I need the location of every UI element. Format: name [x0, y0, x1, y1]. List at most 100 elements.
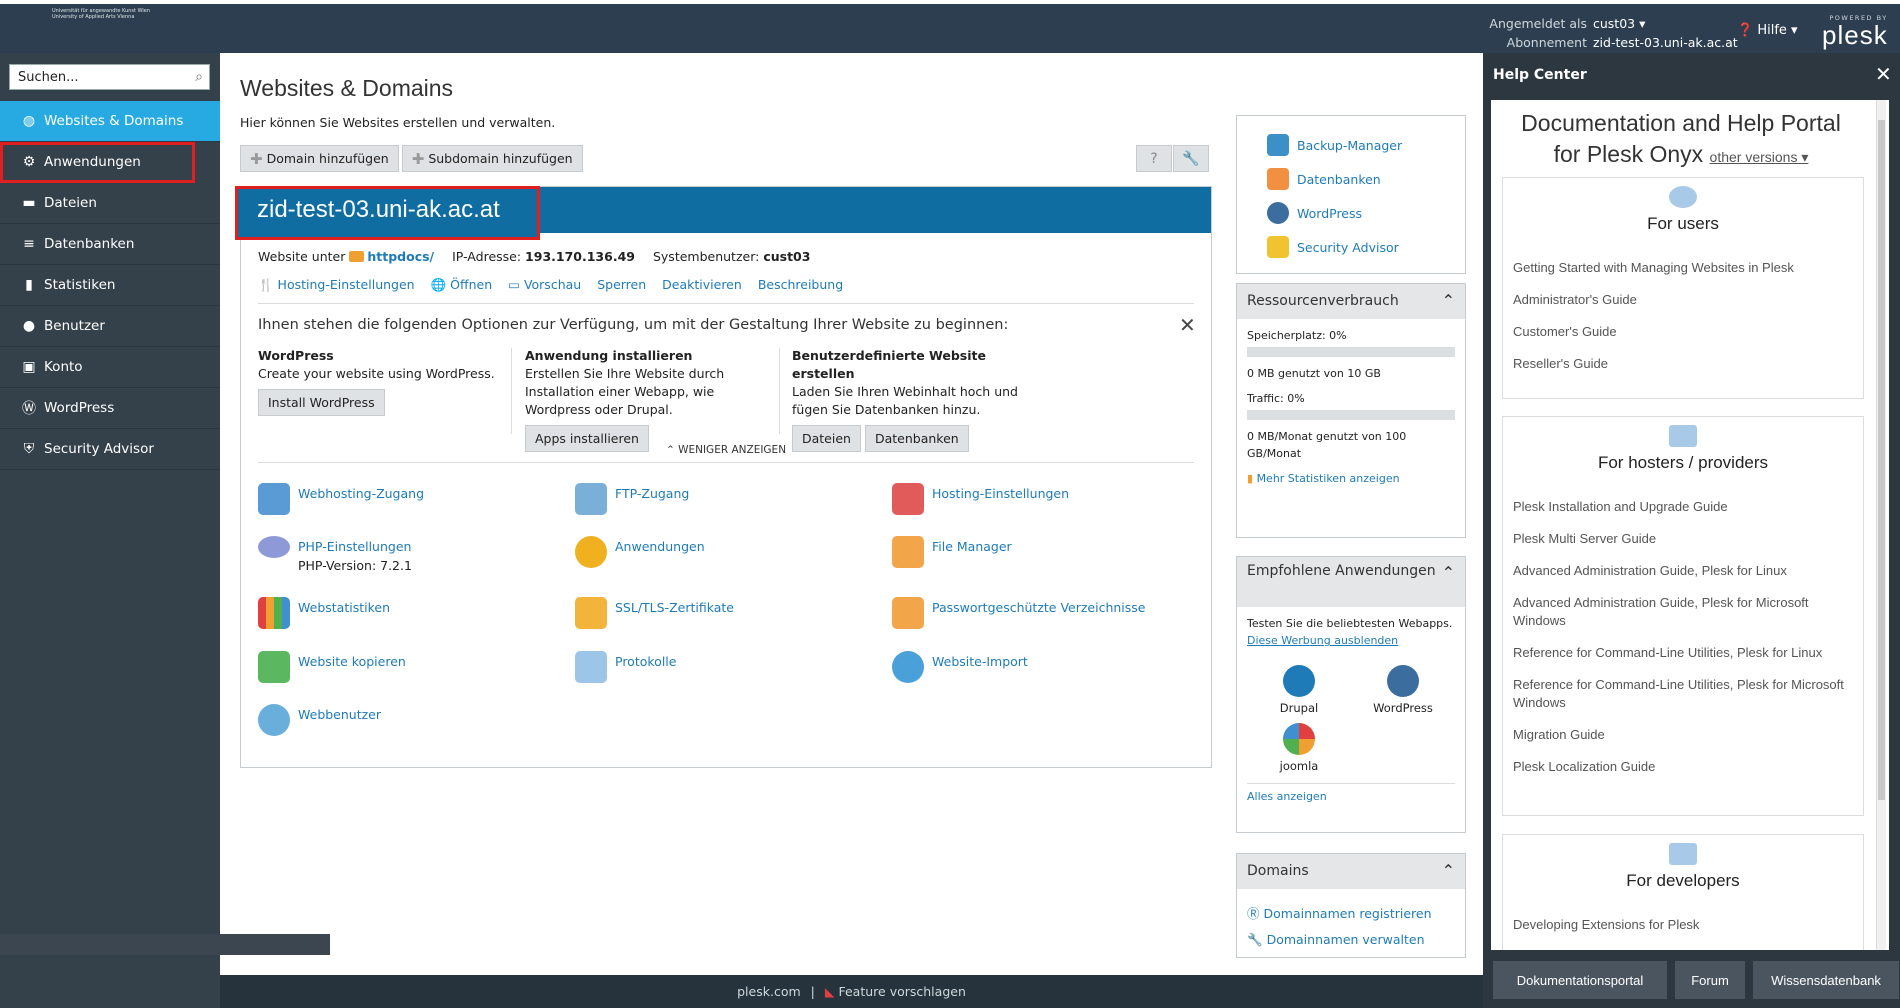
add-subdomain-button[interactable]: ✚ Subdomain hinzufügen — [401, 145, 583, 172]
resources-header[interactable]: Ressourcenverbrauch ⌃ — [1237, 284, 1465, 319]
open-link[interactable]: 🌐 Öffnen — [431, 277, 493, 293]
webhosting-icon — [258, 483, 290, 515]
main-content: Websites & Domains Hier können Sie Websi… — [220, 53, 1483, 975]
sidebar-item-datenbanken[interactable]: ≡ Datenbanken — [0, 224, 220, 265]
sidebar-item-anwendungen[interactable]: ⚙ Anwendungen — [0, 142, 195, 183]
help-center-panel: Help Center ✕ Documentation and Help Por… — [1483, 53, 1900, 1008]
add-domain-button[interactable]: ✚ Domain hinzufügen — [240, 145, 399, 172]
httpdocs-link[interactable]: httpdocs/ — [367, 249, 434, 264]
hide-ad-link[interactable]: Diese Werbung ausblenden — [1247, 634, 1398, 647]
php-version: PHP-Version: 7.2.1 — [298, 558, 412, 573]
wrench-icon: 🔧 — [1182, 151, 1200, 167]
tile-webhosting[interactable]: Webhosting-Zugang — [258, 483, 424, 515]
help-link[interactable]: Migration Guide — [1513, 726, 1853, 744]
tile-file-manager[interactable]: File Manager — [892, 536, 1012, 568]
install-wordpress-button[interactable]: Install WordPress — [258, 389, 385, 416]
feature-suggest-link[interactable]: ◣ Feature vorschlagen — [825, 984, 966, 999]
tile-applications[interactable]: Anwendungen — [575, 536, 705, 568]
settings-tool-button[interactable]: 🔧 — [1173, 145, 1209, 172]
help-question-button[interactable]: ? — [1136, 145, 1172, 172]
manage-domain-link[interactable]: 🔧 Domainnamen verwalten — [1247, 927, 1455, 953]
recommended-header[interactable]: Empfohlene Anwendungen ⌃ — [1237, 557, 1465, 607]
documentation-portal-button[interactable]: Dokumentationsportal — [1493, 961, 1667, 999]
chevron-up-icon: ⌃ — [1441, 291, 1455, 310]
tile-website-import[interactable]: Website-Import — [892, 651, 1028, 683]
divider — [779, 348, 780, 434]
shield-icon: ⛨ — [23, 441, 35, 457]
forum-button[interactable]: Forum — [1675, 961, 1745, 999]
plesk-com-link[interactable]: plesk.com — [737, 984, 801, 999]
other-versions-dropdown[interactable]: other versions ▾ — [1710, 149, 1809, 165]
search-icon[interactable]: ⌕ — [195, 69, 203, 85]
ip-value: 193.170.136.49 — [525, 249, 635, 264]
help-link[interactable]: Reseller's Guide — [1513, 355, 1853, 373]
domain-name[interactable]: zid-test-03.uni-ak.ac.at — [235, 186, 540, 240]
subscription-label: Abonnement — [1506, 35, 1587, 50]
help-scrollbar[interactable] — [1876, 100, 1886, 950]
help-link[interactable]: Developing Extensions for Plesk — [1513, 916, 1853, 934]
wordpress-link[interactable]: WordPress — [1267, 196, 1465, 230]
deactivate-link[interactable]: Deaktivieren — [662, 277, 742, 293]
description-link[interactable]: Beschreibung — [758, 277, 843, 293]
system-user: Systembenutzer: cust03 — [653, 249, 810, 264]
search-input[interactable]: Suchen... ⌕ — [9, 64, 210, 90]
close-icon[interactable]: ✕ — [1875, 62, 1892, 86]
link-label: Öffnen — [450, 277, 493, 292]
close-options-icon[interactable]: ✕ — [1179, 313, 1196, 337]
user-menu[interactable]: cust03 ▾ — [1593, 16, 1645, 31]
sidebar-item-websites-domains[interactable]: ◍ Websites & Domains — [0, 101, 220, 142]
sidebar-item-security-advisor[interactable]: ⛨ Security Advisor — [0, 429, 220, 470]
sidebar-item-benutzer[interactable]: ● Benutzer — [0, 306, 220, 347]
help-link[interactable]: Reference for Command-Line Utilities, Pl… — [1513, 644, 1853, 662]
tile-copy-website[interactable]: Website kopieren — [258, 651, 406, 683]
app-drupal[interactable]: Drupal — [1247, 665, 1351, 715]
app-label: joomla — [1279, 759, 1319, 773]
knowledge-base-button[interactable]: Wissensdatenbank — [1753, 961, 1899, 999]
tile-webstats[interactable]: Webstatistiken — [258, 597, 390, 629]
domains-header[interactable]: Domains ⌃ — [1237, 854, 1465, 889]
tile-label: PHP-Einstellungen — [298, 539, 412, 554]
show-less-toggle[interactable]: ⌃ WENIGER ANZEIGEN — [241, 444, 1211, 456]
wordpress-icon — [1267, 202, 1289, 224]
tile-webusers[interactable]: Webbenutzer — [258, 704, 381, 736]
wordpress-icon — [1387, 665, 1419, 697]
help-link[interactable]: Plesk Installation and Upgrade Guide — [1513, 498, 1853, 516]
subscription-selector[interactable]: zid-test-03.uni-ak.ac.at — [1593, 35, 1738, 50]
help-link[interactable]: Advanced Administration Guide, Plesk for… — [1513, 562, 1853, 580]
app-joomla[interactable]: joomla — [1247, 723, 1351, 773]
help-link[interactable]: Customer's Guide — [1513, 323, 1853, 341]
help-link[interactable]: Getting Started with Managing Websites i… — [1513, 259, 1853, 277]
tile-hosting-settings[interactable]: Hosting-Einstellungen — [892, 483, 1069, 515]
sidebar-item-dateien[interactable]: ▬ Dateien — [0, 183, 220, 224]
web-users-icon — [258, 704, 290, 736]
help-link[interactable]: Reference for Command-Line Utilities, Pl… — [1513, 676, 1853, 712]
hosting-settings-link[interactable]: 🍴 Hosting-Einstellungen — [258, 277, 415, 293]
show-all-link[interactable]: Alles anzeigen — [1247, 783, 1455, 803]
tile-ftp[interactable]: FTP-Zugang — [575, 483, 689, 515]
tile-php[interactable]: PHP-Einstellungen PHP-Version: 7.2.1 — [258, 536, 412, 573]
sidebar-item-label: Security Advisor — [44, 441, 154, 457]
preview-link[interactable]: ▭ Vorschau — [508, 277, 581, 293]
databases-link[interactable]: Datenbanken — [1267, 162, 1465, 196]
suspend-link[interactable]: Sperren — [597, 277, 646, 293]
sidebar-item-statistiken[interactable]: ▮ Statistiken — [0, 265, 220, 306]
help-link[interactable]: Advanced Administration Guide, Plesk for… — [1513, 594, 1853, 630]
logo[interactable]: dı:'ʌngewʌndtə Universität für angewandt… — [18, 8, 436, 89]
help-link[interactable]: Administrator's Guide — [1513, 291, 1853, 309]
security-advisor-link[interactable]: Security Advisor — [1267, 230, 1465, 264]
help-link[interactable]: Plesk Multi Server Guide — [1513, 530, 1853, 548]
more-stats-link[interactable]: ▮ Mehr Statistiken anzeigen — [1247, 470, 1455, 487]
app-wordpress[interactable]: WordPress — [1351, 665, 1455, 715]
sidebar-item-konto[interactable]: ▣ Konto — [0, 347, 220, 388]
help-link[interactable]: Plesk Localization Guide — [1513, 758, 1853, 776]
tile-label: FTP-Zugang — [615, 486, 690, 501]
database-icon — [1267, 168, 1289, 190]
register-domain-link[interactable]: Ⓡ Domainnamen registrieren — [1247, 901, 1455, 927]
scrollbar-thumb[interactable] — [1878, 120, 1885, 800]
sidebar-item-wordpress[interactable]: Ⓦ WordPress — [0, 388, 220, 429]
backup-manager-link[interactable]: Backup-Manager — [1267, 128, 1465, 162]
tile-logs[interactable]: Protokolle — [575, 651, 676, 683]
tile-ssl[interactable]: SSL/TLS-Zertifikate — [575, 597, 734, 629]
tile-protected-dirs[interactable]: Passwortgeschützte Verzeichnisse — [892, 597, 1146, 629]
help-menu[interactable]: ❓ Hilfe ▾ — [1737, 23, 1798, 38]
